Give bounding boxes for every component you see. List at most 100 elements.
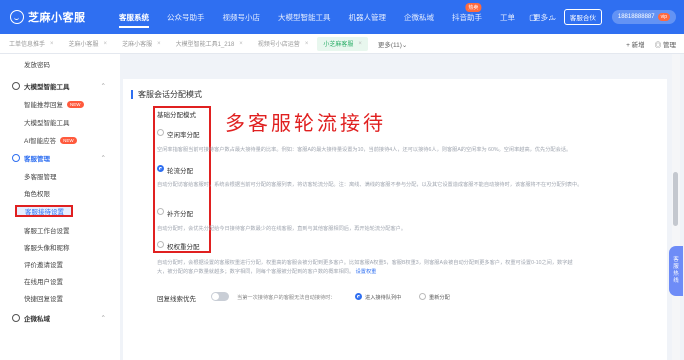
clue-priority-description: 当第一次接待客户的客服无法自动接待时：: [237, 295, 336, 301]
message-icon[interactable]: ▢: [528, 12, 538, 22]
page-tab[interactable]: 视频号小店运营 ×: [252, 37, 315, 51]
fill-up-description: 自动分配时，会优先分配给今日接待客户数最少的在线客服，直到与其他客服相同后，再开…: [157, 226, 407, 232]
bell-icon[interactable]: ♫: [546, 12, 556, 22]
page-tab[interactable]: 小芝麻客服 ×: [317, 36, 368, 51]
reassign-label[interactable]: 重新分配: [429, 294, 450, 301]
tab-label: 芝麻小客服: [68, 42, 99, 48]
close-icon[interactable]: ×: [157, 41, 161, 47]
page-tab-bar: 工单信息推手 × 芝麻小客服 × 芝麻小客服 × 大模型智能工具1_218 × 视频号小店运营 ×…: [0, 34, 684, 54]
set-weight-link[interactable]: 设置权重: [356, 269, 377, 275]
sidebar-item-label: AI智能应答: [24, 138, 57, 145]
nav-item[interactable]: 抖音助手 热卖: [443, 0, 491, 34]
queue-radio[interactable]: [355, 293, 362, 300]
tab-label: 工单信息推手: [9, 42, 46, 48]
page-tab[interactable]: 芝麻小客服 ×: [116, 37, 167, 51]
round-robin-radio[interactable]: [157, 165, 164, 172]
tab-label: 芝麻小客服: [122, 42, 153, 48]
sidebar-item-ai-answer[interactable]: AI智能应答 NEW: [0, 132, 120, 148]
close-icon[interactable]: ×: [305, 41, 309, 47]
sidebar-item-smart-reply[interactable]: 智能推荐回复 NEW: [0, 96, 120, 112]
sidebar-group-wecom[interactable]: 企微私域 ⌃: [0, 310, 120, 326]
new-badge: NEW: [60, 136, 77, 144]
sidebar-item-label: 大模型智能工具: [24, 120, 70, 127]
new-badge: NEW: [67, 100, 84, 108]
nav-item[interactable]: 工单: [491, 0, 524, 34]
close-icon[interactable]: ×: [50, 41, 54, 47]
sidebar-item-quick-reply[interactable]: 快捷回复设置: [0, 290, 120, 306]
nav-item[interactable]: 客服系统: [110, 0, 158, 34]
sidebar-item-workbench[interactable]: 客服工作台设置: [0, 222, 120, 238]
tab-list: 工单信息推手 × 芝麻小客服 × 芝麻小客服 × 大模型智能工具1_218 × 视频号小店运营 ×…: [0, 36, 368, 51]
sidebar-group-label: 客服管理: [24, 156, 50, 163]
sidebar-group-label: 大模型智能工具: [24, 84, 70, 91]
page-tab[interactable]: 芝麻小客服 ×: [63, 37, 114, 51]
nav-item-label: 抖音助手: [452, 12, 482, 22]
user-account-menu[interactable]: 18818888887 vip: [611, 10, 676, 24]
logo-text: 芝麻小客服: [28, 12, 86, 24]
user-phone: 18818888887: [617, 14, 655, 20]
reassign-radio[interactable]: [419, 293, 426, 300]
round-robin-label[interactable]: 轮流分配: [167, 165, 193, 175]
queue-label[interactable]: 进入接待队列中: [365, 294, 401, 301]
round-robin-description: 自动分配访客给客服时，系统会根据当前可分配的客服列表，将访客轮流分配。注：离线、…: [157, 182, 583, 188]
service-hotline-float-button[interactable]: 客 服 热 线: [669, 246, 683, 296]
sidebar-item-partial[interactable]: 发放密码: [0, 56, 120, 72]
idle-rate-radio[interactable]: [157, 129, 164, 136]
nav-item[interactable]: 视频号小店: [214, 0, 270, 34]
nav-item-label: 大模型智能工具: [278, 12, 331, 22]
nav-item[interactable]: 大模型智能工具: [269, 0, 340, 34]
section-title: 客服会话分配模式: [131, 90, 202, 99]
nav-item-label: 客服系统: [119, 12, 149, 22]
idle-rate-description: 空闲率指客服当前可接待客户数占最大接待量的比率。例如：客服A的最大接待量设置为1…: [157, 147, 572, 153]
nav-item[interactable]: 机器人管理: [340, 0, 396, 34]
sidebar-item-roles[interactable]: 角色权限: [0, 185, 120, 201]
tab-actions: + 新增 ◎ 管理: [616, 39, 676, 49]
sidebar-item-llm-tools[interactable]: 大模型智能工具: [0, 114, 120, 130]
collapse-caret-icon: ⌃: [100, 155, 106, 162]
sidebar-group-service-management[interactable]: 客服管理 ⌃: [0, 150, 120, 166]
close-icon[interactable]: ×: [239, 41, 243, 47]
fill-up-radio[interactable]: [157, 208, 164, 215]
app-logo[interactable]: 芝麻小客服: [10, 9, 110, 25]
clue-priority-toggle[interactable]: [211, 292, 229, 301]
nav-item[interactable]: 企微私域: [395, 0, 443, 34]
sidebar-group-label: 企微私域: [24, 316, 50, 323]
tab-label: 小芝麻客服: [323, 42, 354, 48]
weight-description-text: 大，被分配的客户数量就越多；数字相同，则每个客服被分配到的客户数的概率相同。: [157, 269, 355, 275]
weight-description: 自动分配时，会根据设置的客服权重进行分配，权重高的客服会被分配到更多客户。比如客…: [157, 260, 573, 266]
sidebar-item-avatar-nickname[interactable]: 客服头像和昵称: [0, 239, 120, 255]
close-icon[interactable]: ×: [358, 41, 362, 47]
nav-item[interactable]: 公众号助手: [158, 0, 214, 34]
sidebar-item-online-users[interactable]: 在线用户设置: [0, 273, 120, 289]
settings-panel: 客服会话分配模式 基础分配模式 多客服轮流接待 空闲率分配 空闲率指客服当前可接…: [123, 79, 667, 360]
clue-priority-label: 回复线索优先: [157, 296, 196, 303]
idle-rate-label[interactable]: 空闲率分配: [167, 129, 200, 139]
close-icon[interactable]: ×: [104, 41, 108, 47]
float-text: 热: [673, 271, 679, 277]
float-text: 线: [673, 278, 679, 284]
nav-item-label: 工单: [500, 12, 515, 22]
add-tab-button[interactable]: + 新增: [626, 39, 645, 49]
wecom-icon: [12, 314, 20, 322]
collapse-caret-icon: ⌃: [100, 315, 106, 322]
float-text: 服: [673, 264, 679, 270]
fill-up-label[interactable]: 补齐分配: [167, 208, 193, 218]
manage-tabs-button[interactable]: ◎ 管理: [655, 39, 676, 49]
tab-label: 视频号小店运营: [257, 42, 300, 48]
sidebar-item-reception-settings[interactable]: 客服接待设置: [15, 205, 73, 217]
nav-item-label: 视频号小店: [222, 12, 261, 22]
scrollbar-thumb[interactable]: [673, 172, 678, 226]
sidebar-item-rating[interactable]: 评价邀请设置: [0, 256, 120, 272]
page-tab[interactable]: 工单信息推手 ×: [3, 37, 60, 51]
sidebar-item-label: 智能推荐回复: [24, 102, 63, 109]
sidebar-group-ai-tools[interactable]: 大模型智能工具 ⌃: [0, 78, 120, 94]
logo-smile-icon: [10, 10, 24, 24]
partner-button[interactable]: 客服合伙: [563, 9, 602, 25]
weight-label[interactable]: 权权重分配: [167, 241, 200, 251]
page-tab[interactable]: 大模型智能工具1_218 ×: [170, 37, 249, 51]
weight-radio[interactable]: [157, 241, 164, 248]
sidebar: 发放密码 大模型智能工具 ⌃ 智能推荐回复 NEW 大模型智能工具 AI智能应答…: [0, 54, 120, 360]
sidebar-item-multi-agent[interactable]: 多客服管理: [0, 168, 120, 184]
tabs-more-dropdown[interactable]: 更多(11)⌄: [378, 39, 408, 49]
weight-description-line2: 大，被分配的客户数量就越多；数字相同，则每个客服被分配到的客户数的概率相同。 设…: [157, 268, 376, 275]
